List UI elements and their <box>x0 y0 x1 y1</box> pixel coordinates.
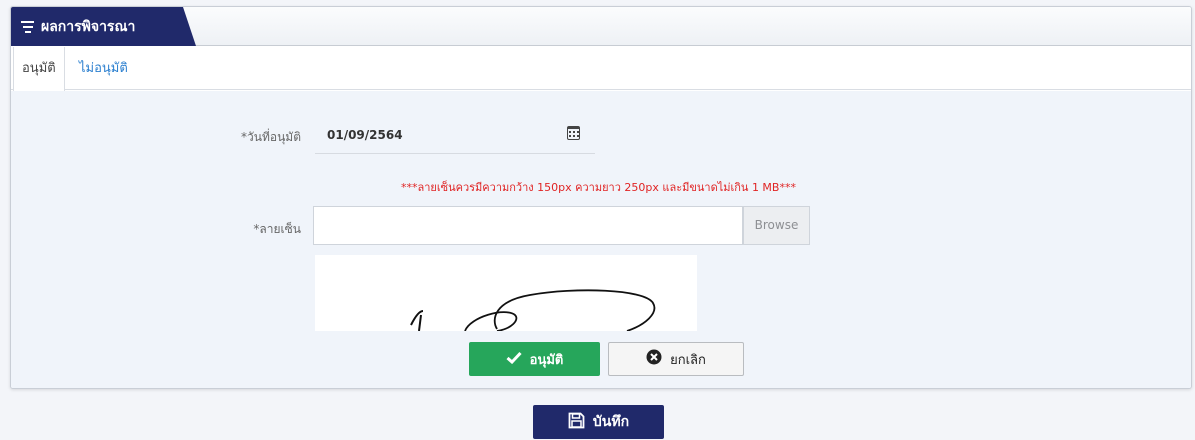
tab-bar: อนุมัติ ไม่อนุมัติ <box>11 47 1191 91</box>
tab-approve[interactable]: อนุมัติ <box>13 47 65 91</box>
signature-label: *ลายเซ็น <box>253 222 301 236</box>
cancel-button-label: ยกเลิก <box>670 352 706 368</box>
save-button-label: บันทึก <box>592 414 630 430</box>
approve-button-label: อนุมัติ <box>529 352 564 368</box>
panel-header: ผลการพิจารณา <box>11 7 1191 46</box>
check-icon <box>506 351 522 368</box>
tab-reject[interactable]: ไม่อนุมัติ <box>71 47 136 90</box>
page-background: ผลการพิจารณา อนุมัติ ไม่อนุมัติ *วันที่อ… <box>0 0 1195 440</box>
save-icon <box>568 412 585 433</box>
approve-date-value: 01/09/2564 <box>327 128 403 142</box>
calendar-icon[interactable] <box>567 126 580 140</box>
browse-button[interactable]: Browse <box>743 206 810 245</box>
panel-title: ผลการพิจารณา <box>41 18 136 35</box>
signature-preview <box>315 255 697 331</box>
filter-list-icon <box>21 21 34 33</box>
close-circle-icon <box>646 349 662 369</box>
cancel-button[interactable]: ยกเลิก <box>608 342 744 376</box>
result-panel: ผลการพิจารณา อนุมัติ ไม่อนุมัติ *วันที่อ… <box>10 6 1192 389</box>
approve-date-label: *วันที่อนุมัติ <box>241 130 301 144</box>
save-button[interactable]: บันทึก <box>533 405 664 439</box>
signature-file-input[interactable] <box>313 206 743 245</box>
signature-size-note: ***ลายเซ็นควรมีความกว้าง 150px ความยาว 2… <box>401 181 796 194</box>
approve-button[interactable]: อนุมัติ <box>469 342 600 376</box>
panel-header-tab: ผลการพิจารณา <box>11 7 196 46</box>
approve-date-field[interactable]: 01/09/2564 <box>315 116 595 154</box>
signature-image <box>410 289 656 331</box>
